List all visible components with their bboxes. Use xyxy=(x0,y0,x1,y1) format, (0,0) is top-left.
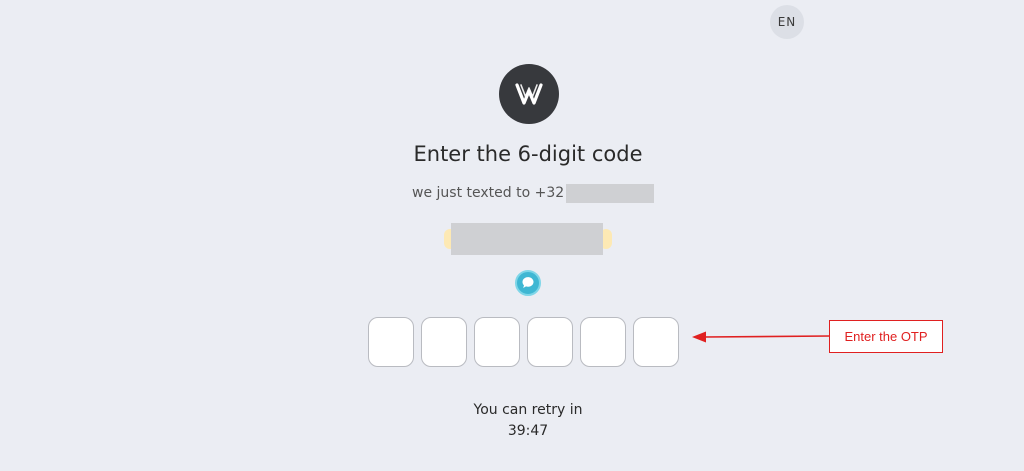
redacted-phone-number xyxy=(566,183,655,203)
redacted-block xyxy=(451,223,603,255)
retry-countdown: You can retry in 39:47 xyxy=(0,400,1024,442)
retry-timer: 39:47 xyxy=(507,423,549,439)
otp-digit-1[interactable] xyxy=(368,317,414,367)
language-selector-button[interactable]: EN xyxy=(770,5,804,39)
redacted-phone-badge xyxy=(444,223,612,255)
annotation-arrow xyxy=(692,331,831,343)
otp-digit-3[interactable] xyxy=(474,317,520,367)
otp-digit-6[interactable] xyxy=(633,317,679,367)
w-logo-icon xyxy=(499,64,559,124)
sms-sent-message: we just texted to +32 xyxy=(412,183,655,203)
sms-sent-text: we just texted to +32 xyxy=(412,185,565,201)
annotation-label: Enter the OTP xyxy=(829,320,943,353)
retry-label: You can retry in xyxy=(473,402,583,418)
otp-digit-5[interactable] xyxy=(580,317,626,367)
otp-digit-4[interactable] xyxy=(527,317,573,367)
otp-input-group xyxy=(368,317,679,367)
message-bubble-icon xyxy=(514,269,542,297)
otp-digit-2[interactable] xyxy=(421,317,467,367)
page-title: Enter the 6-digit code xyxy=(413,142,643,166)
